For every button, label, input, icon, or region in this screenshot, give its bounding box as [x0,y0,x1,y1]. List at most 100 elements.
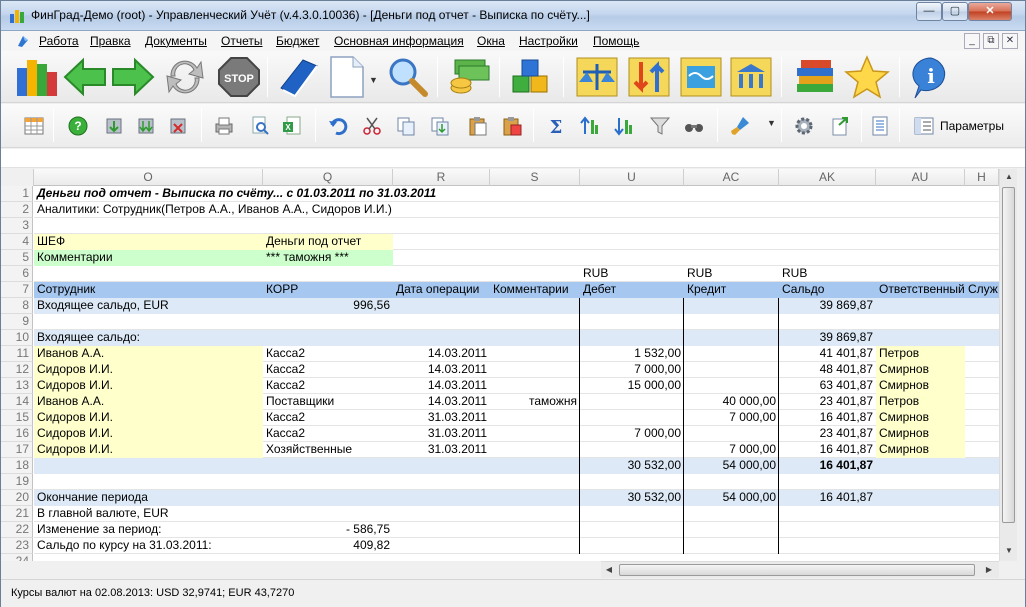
label-cell[interactable]: Изменение за период: [34,522,263,538]
employee-cell[interactable]: Иванов А.А. [34,346,263,362]
formula-bar[interactable] [1,149,1025,168]
book-icon[interactable] [275,54,323,100]
balance-cell[interactable]: 16 401,87 [779,442,876,458]
row-header[interactable]: 3 [1,218,33,234]
debit-cell[interactable]: 1 532,00 [580,346,684,362]
row-header[interactable]: 16 [1,426,33,442]
arrow-back-icon[interactable] [61,54,109,100]
row-header[interactable]: 2 [1,202,33,218]
debit-cell[interactable] [580,442,684,458]
date-cell[interactable]: 14.03.2011 [393,362,490,378]
row-header[interactable]: 17 [1,442,33,458]
new-document-icon[interactable] [323,54,371,100]
label-cell[interactable]: В главной валюте, EUR [34,506,263,522]
header-employee[interactable]: Сотрудник [34,282,263,298]
menu-work[interactable]: Работа [39,34,79,48]
menu-budget[interactable]: Бюджет [276,34,319,48]
dropdown-arrow-icon[interactable]: ▼ [369,75,378,85]
row-header[interactable]: 22 [1,522,33,538]
cubes-icon[interactable] [507,54,555,100]
binoculars-icon[interactable] [683,115,705,137]
debit-cell[interactable]: 7 000,00 [580,426,684,442]
debit-cell[interactable]: 30 532,00 [580,490,684,506]
employee-cell[interactable]: Сидоров И.И. [34,362,263,378]
menu-reports[interactable]: Отчеты [221,34,262,48]
header-date[interactable]: Дата операции [393,282,490,298]
comment-cell[interactable] [490,442,580,458]
date-cell[interactable]: 31.03.2011 [393,410,490,426]
employee-cell[interactable]: Иванов А.А. [34,394,263,410]
row-header[interactable]: 11 [1,346,33,362]
employee-cell[interactable]: Сидоров И.И. [34,378,263,394]
books-icon[interactable] [791,54,839,100]
spreadsheet-grid[interactable]: O Q R S U AC AK AU H 1 2 3 4 5 6 7 8 9 10 11 12 13 14… [1,169,999,561]
horizontal-scroll-thumb[interactable] [619,564,975,576]
statement-icon[interactable] [677,54,725,100]
comment-cell[interactable]: таможня [490,394,580,410]
credit-cell[interactable]: 7 000,00 [684,442,779,458]
currency-cell[interactable]: RUB [684,266,779,282]
label-cell[interactable]: Входящее сальдо: [34,330,263,346]
column-header[interactable]: S [490,169,580,186]
total-balance-cell[interactable]: 16 401,87 [779,458,876,474]
balance-cell[interactable]: 39 869,87 [779,298,876,314]
minimize-button[interactable]: — [916,2,942,21]
column-header[interactable]: AU [876,169,965,186]
fingrad-logo-icon[interactable] [13,54,61,100]
mdi-minimize-button[interactable]: _ [964,33,980,49]
column-header[interactable]: O [34,169,263,186]
responsible-cell[interactable]: Смирнов [876,362,965,378]
row-header[interactable]: 14 [1,394,33,410]
close-button[interactable]: ✕ [968,2,1012,21]
list-icon[interactable] [869,115,891,137]
grid-view-icon[interactable] [23,115,45,137]
balance-cell[interactable]: 63 401,87 [779,378,876,394]
filter-icon[interactable] [649,115,671,137]
korr-cell[interactable]: Касса2 [263,346,393,362]
column-header[interactable]: AC [684,169,779,186]
date-cell[interactable]: 31.03.2011 [393,442,490,458]
document-icon[interactable] [16,34,30,48]
value-cell[interactable]: Деньги под отчет [263,234,393,250]
comment-cell[interactable] [490,362,580,378]
comment-cell[interactable] [490,410,580,426]
row-header[interactable]: 1 [1,186,33,202]
responsible-cell[interactable]: Смирнов [876,426,965,442]
scroll-left-icon[interactable]: ◀ [601,562,617,578]
responsible-cell[interactable]: Смирнов [876,410,965,426]
row-header[interactable]: 10 [1,330,33,346]
row-header[interactable]: 9 [1,314,33,330]
maximize-button[interactable]: ▢ [942,2,968,21]
parameters-button[interactable]: Параметры [906,115,1016,137]
help-icon[interactable]: ? [67,115,89,137]
row-header[interactable]: 5 [1,250,33,266]
vertical-scrollbar[interactable]: ▲ ▼ [999,169,1017,561]
total-credit-cell[interactable]: 54 000,00 [684,458,779,474]
credit-cell[interactable] [684,346,779,362]
responsible-cell[interactable]: Смирнов [876,442,965,458]
mdi-restore-button[interactable]: ⧉ [983,33,999,49]
mdi-close-button[interactable]: ✕ [1002,33,1018,49]
label-cell[interactable]: ШЕФ [34,234,263,250]
column-header[interactable]: H [965,169,999,186]
scroll-up-icon[interactable]: ▲ [1001,169,1017,185]
header-balance[interactable]: Сальдо [779,282,876,298]
arrow-forward-icon[interactable] [109,54,157,100]
sort-descending-icon[interactable] [613,115,635,137]
horizontal-scrollbar[interactable]: ◀ ▶ [601,561,999,578]
paste-icon[interactable] [467,115,489,137]
cut-icon[interactable] [361,115,383,137]
credit-cell[interactable] [684,378,779,394]
employee-cell[interactable]: Сидоров И.И. [34,410,263,426]
copy-down-icon[interactable] [429,115,451,137]
row-header[interactable]: 15 [1,410,33,426]
employee-cell[interactable]: Сидоров И.И. [34,426,263,442]
value-cell[interactable]: 996,56 [263,298,393,314]
menu-documents[interactable]: Документы [145,34,207,48]
select-all-corner[interactable] [1,169,34,186]
comment-cell[interactable] [490,346,580,362]
menu-main-info[interactable]: Основная информация [334,34,464,48]
row-header[interactable]: 19 [1,474,33,490]
credit-cell[interactable] [684,426,779,442]
menu-settings[interactable]: Настройки [519,34,578,48]
